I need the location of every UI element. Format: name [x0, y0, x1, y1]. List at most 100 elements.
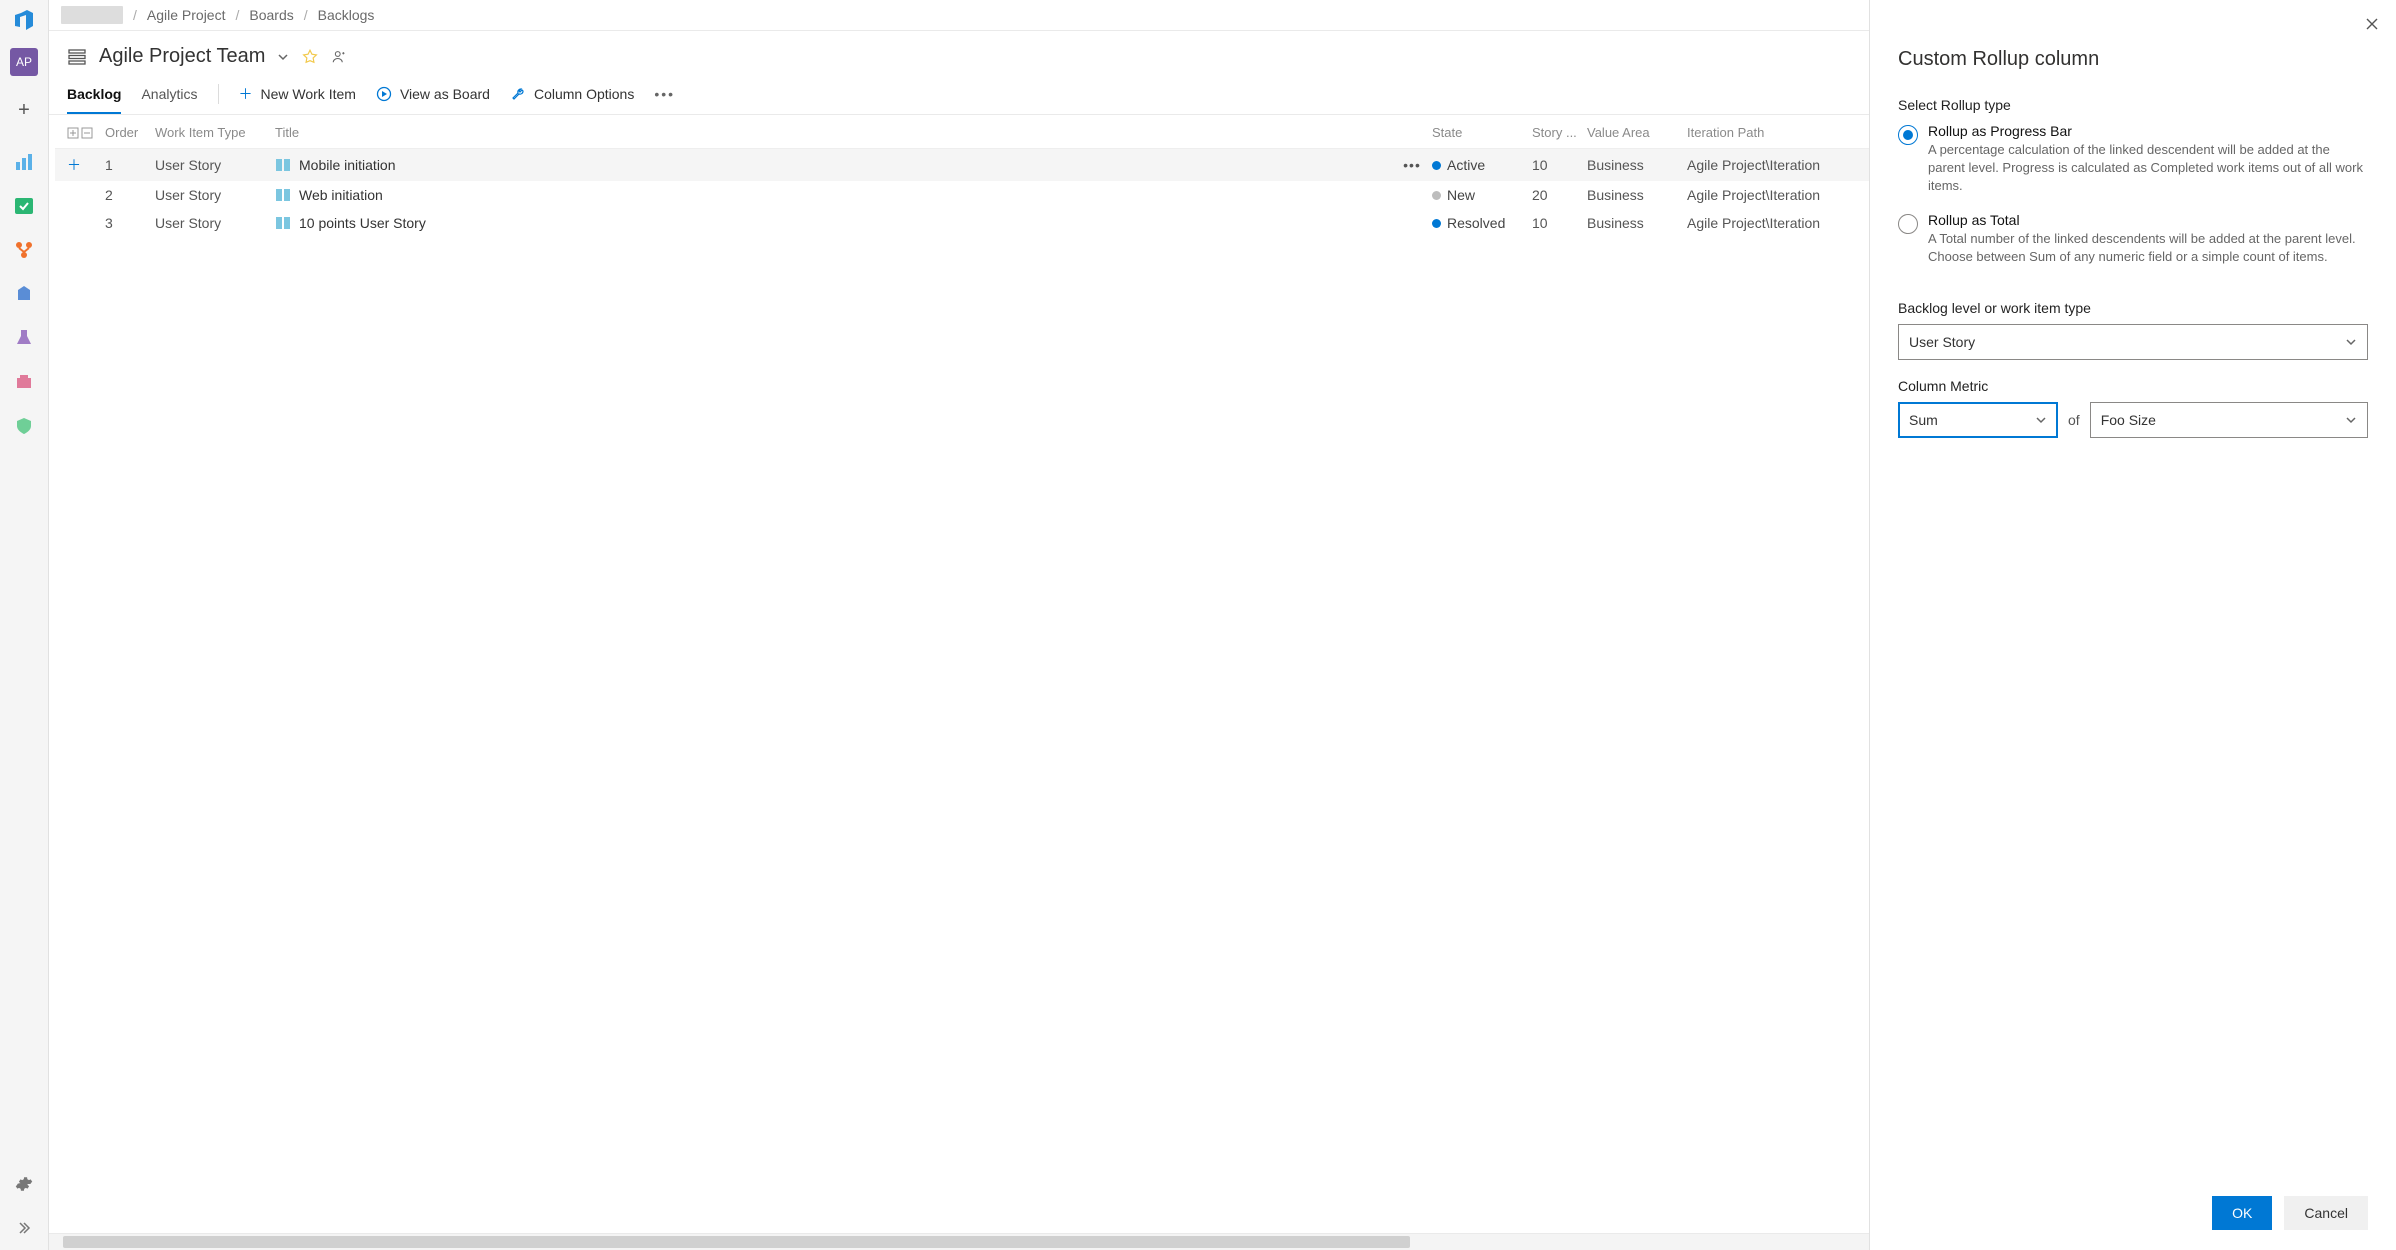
expand-sidebar-icon[interactable] [8, 1212, 40, 1244]
ok-button[interactable]: OK [2212, 1196, 2272, 1230]
product-logo-icon[interactable] [10, 6, 38, 34]
cell-type: User Story [155, 187, 275, 203]
chevron-down-icon [2035, 414, 2047, 426]
horizontal-scrollbar[interactable] [49, 1233, 1869, 1250]
table-row[interactable]: 3User Story10 points User StoryResolved1… [55, 209, 1869, 237]
backlog-grid: Order Work Item Type Title State Story .… [49, 115, 1869, 1233]
user-story-icon [275, 215, 291, 231]
cell-title[interactable]: Web initiation [275, 187, 1392, 203]
metric-type-select[interactable]: Sum [1898, 402, 2058, 438]
nav-artifacts-icon[interactable] [8, 366, 40, 398]
divider [218, 84, 219, 104]
cell-story-points: 10 [1532, 215, 1587, 231]
cell-state: Active [1432, 157, 1532, 173]
cell-story-points: 20 [1532, 187, 1587, 203]
view-as-board-button[interactable]: View as Board [376, 86, 490, 112]
column-options-button[interactable]: Column Options [510, 86, 634, 112]
backlog-icon [67, 47, 87, 67]
nav-security-icon[interactable] [8, 410, 40, 442]
breadcrumb-item[interactable]: Backlogs [318, 7, 375, 23]
grid-header: Order Work Item Type Title State Story .… [55, 115, 1869, 149]
cell-title[interactable]: 10 points User Story [275, 215, 1392, 231]
select-value: Sum [1909, 412, 1938, 428]
breadcrumb-item[interactable]: Boards [249, 7, 293, 23]
add-icon[interactable]: + [8, 94, 40, 126]
select-value: Foo Size [2101, 412, 2156, 428]
of-label: of [2068, 412, 2080, 428]
close-icon[interactable] [2362, 14, 2382, 34]
panel-title: Custom Rollup column [1898, 48, 2368, 71]
col-title[interactable]: Title [275, 125, 1392, 140]
tab-backlog[interactable]: Backlog [67, 86, 121, 114]
nav-dashboards-icon[interactable] [8, 146, 40, 178]
expand-all-icon[interactable] [67, 127, 79, 139]
backlog-level-select[interactable]: User Story [1898, 324, 2368, 360]
cell-value-area: Business [1587, 215, 1687, 231]
cell-iteration: Agile Project\Iteration [1687, 187, 1857, 203]
cell-state: Resolved [1432, 215, 1532, 231]
breadcrumb-separator: / [304, 7, 308, 23]
wrench-icon [510, 86, 526, 102]
cmd-label: View as Board [400, 86, 490, 102]
col-story-points[interactable]: Story ... [1532, 125, 1587, 140]
backlog-level-label: Backlog level or work item type [1898, 300, 2368, 316]
cmd-label: Column Options [534, 86, 634, 102]
chevron-down-icon [2345, 336, 2357, 348]
cell-order: 3 [105, 215, 155, 231]
cell-value-area: Business [1587, 157, 1687, 173]
plus-icon: ＋ [239, 84, 253, 104]
col-iteration-path[interactable]: Iteration Path [1687, 125, 1857, 140]
radio-button-icon[interactable] [1898, 125, 1918, 145]
row-actions-icon[interactable]: ••• [1392, 157, 1432, 173]
team-members-icon[interactable] [331, 48, 349, 66]
radio-total[interactable]: Rollup as Total A Total number of the li… [1898, 212, 2368, 266]
project-avatar[interactable]: AP [10, 48, 38, 76]
custom-rollup-panel: Custom Rollup column Select Rollup type … [1869, 0, 2396, 1250]
more-actions-icon[interactable]: ••• [654, 86, 675, 112]
nav-testplans-icon[interactable] [8, 322, 40, 354]
cell-order: 1 [105, 157, 155, 173]
new-work-item-button[interactable]: ＋ New Work Item [239, 84, 356, 114]
tabs-row: Backlog Analytics ＋ New Work Item View a… [49, 68, 1869, 115]
settings-icon[interactable] [8, 1168, 40, 1200]
breadcrumb-separator: / [133, 7, 137, 23]
user-story-icon [275, 157, 291, 173]
favorite-star-icon[interactable] [301, 48, 319, 66]
cell-title[interactable]: Mobile initiation [275, 157, 1392, 173]
add-child-icon[interactable]: ＋ [67, 155, 105, 175]
breadcrumb: / Agile Project / Boards / Backlogs [49, 0, 1869, 31]
radio-title: Rollup as Progress Bar [1928, 123, 2368, 139]
col-order[interactable]: Order [105, 125, 155, 140]
chevron-down-icon [2345, 414, 2357, 426]
radio-description: A Total number of the linked descendents… [1928, 230, 2368, 266]
col-work-item-type[interactable]: Work Item Type [155, 125, 275, 140]
main-area: / Agile Project / Boards / Backlogs Agil… [49, 0, 1869, 1250]
radio-progress-bar[interactable]: Rollup as Progress Bar A percentage calc… [1898, 123, 2368, 196]
table-row[interactable]: 2User StoryWeb initiationNew20BusinessAg… [55, 181, 1869, 209]
table-row[interactable]: ＋1User StoryMobile initiation•••Active10… [55, 149, 1869, 181]
nav-boards-icon[interactable] [8, 190, 40, 222]
team-name[interactable]: Agile Project Team [99, 45, 265, 68]
radio-button-icon[interactable] [1898, 214, 1918, 234]
col-value-area[interactable]: Value Area [1587, 125, 1687, 140]
cell-value-area: Business [1587, 187, 1687, 203]
radio-title: Rollup as Total [1928, 212, 2368, 228]
radio-description: A percentage calculation of the linked d… [1928, 141, 2368, 196]
scrollbar-thumb[interactable] [63, 1236, 1410, 1248]
org-placeholder[interactable] [61, 6, 123, 24]
cancel-button[interactable]: Cancel [2284, 1196, 2368, 1230]
chevron-down-icon[interactable] [277, 51, 289, 63]
nav-pipelines-icon[interactable] [8, 278, 40, 310]
select-value: User Story [1909, 334, 1975, 350]
cell-state: New [1432, 187, 1532, 203]
breadcrumb-item[interactable]: Agile Project [147, 7, 226, 23]
metric-field-select[interactable]: Foo Size [2090, 402, 2368, 438]
cell-story-points: 10 [1532, 157, 1587, 173]
cmd-label: New Work Item [261, 86, 356, 102]
tab-analytics[interactable]: Analytics [141, 86, 197, 112]
col-state[interactable]: State [1432, 125, 1532, 140]
user-story-icon [275, 187, 291, 203]
collapse-all-icon[interactable] [81, 127, 93, 139]
cell-iteration: Agile Project\Iteration [1687, 157, 1857, 173]
nav-repos-icon[interactable] [8, 234, 40, 266]
